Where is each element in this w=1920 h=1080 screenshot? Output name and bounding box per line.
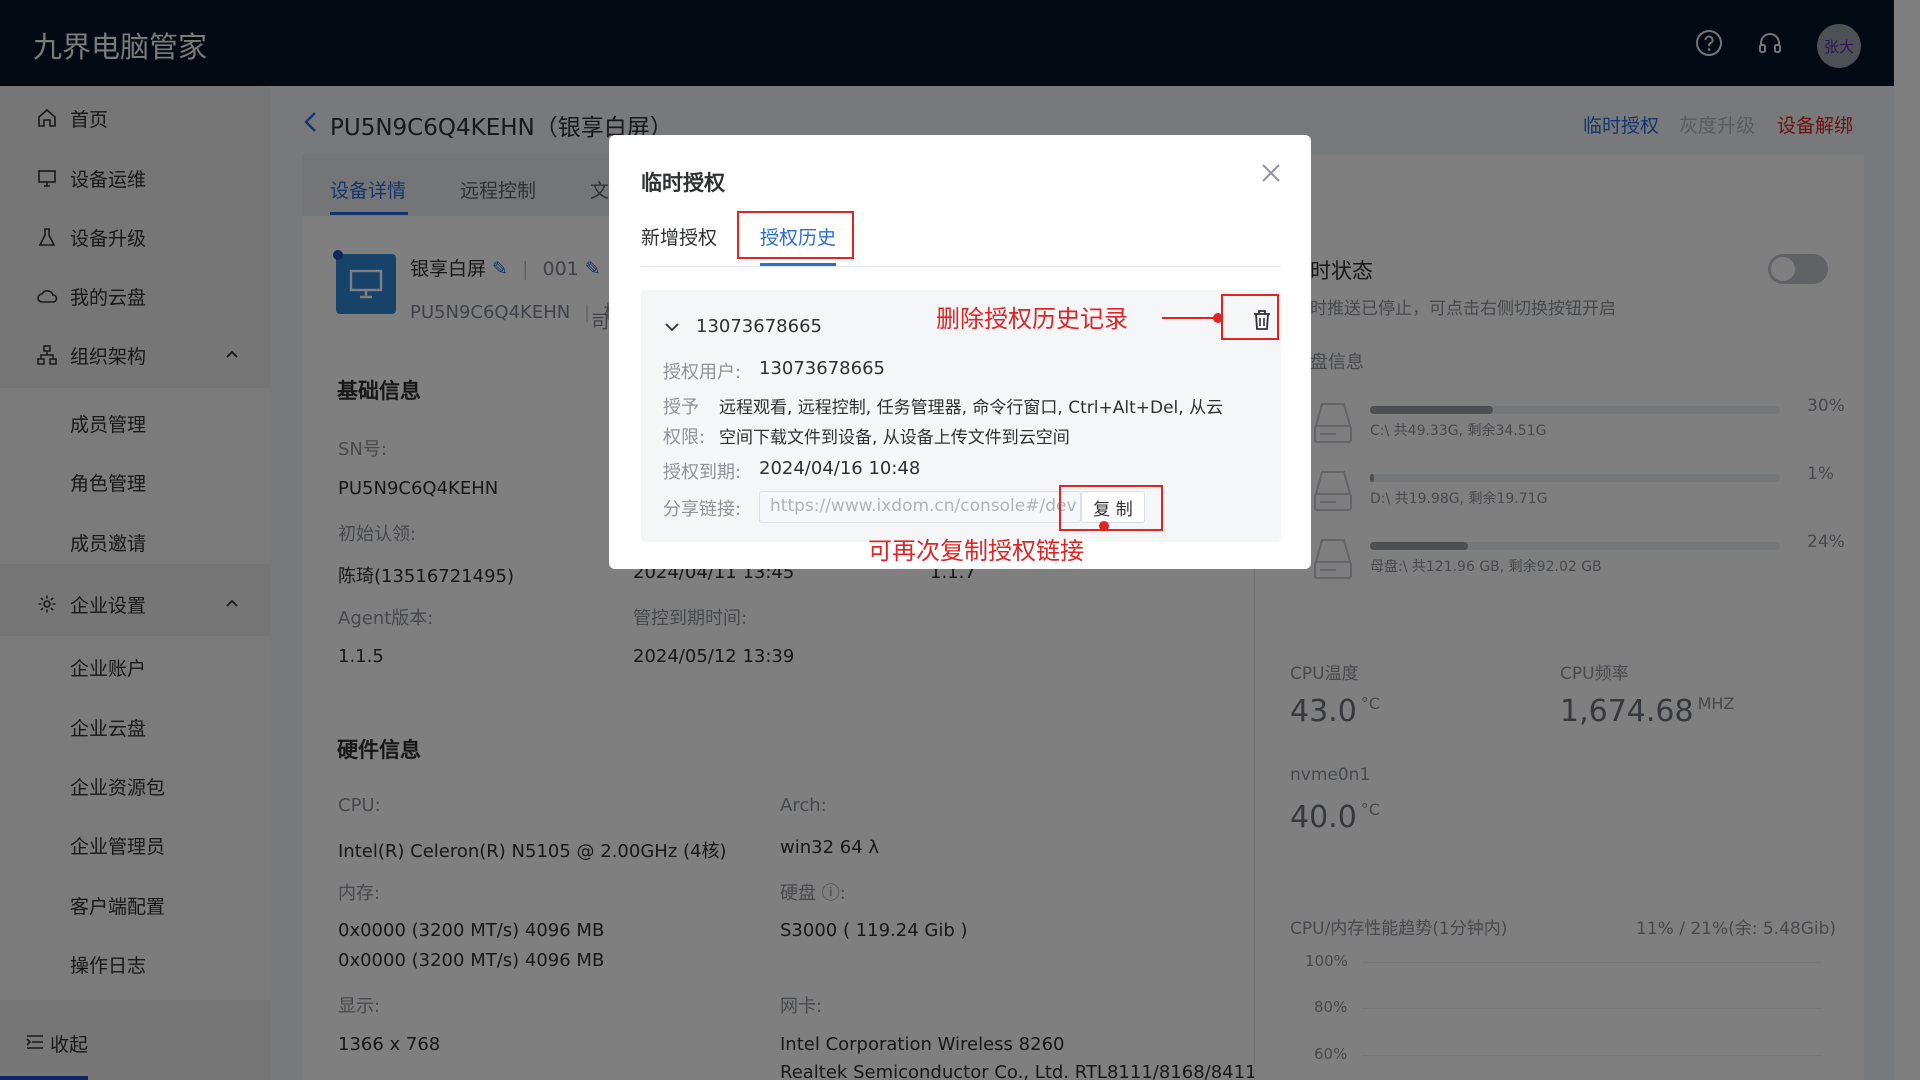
- highlight-box: [1059, 485, 1163, 531]
- tab-new-auth[interactable]: 新增授权: [641, 223, 717, 250]
- perm-value-2: 空间下载文件到设备, 从设备上传文件到云空间: [719, 428, 1070, 448]
- perm-label: 授予: [663, 397, 699, 418]
- auth-expire-label: 授权到期:: [663, 462, 742, 483]
- annotation-dot: [1213, 313, 1223, 323]
- temp-auth-dialog: 临时授权 新增授权 授权历史 13073678665 授权用户: 1307367…: [609, 135, 1311, 569]
- auth-user-value: 13073678665: [759, 358, 885, 379]
- close-icon[interactable]: [1259, 161, 1283, 185]
- dialog-title: 临时授权: [641, 171, 725, 195]
- perm-value-1: 远程观看, 远程控制, 任务管理器, 命令行窗口, Ctrl+Alt+Del, …: [719, 398, 1224, 418]
- share-link-label: 分享链接:: [663, 499, 742, 520]
- highlight-box: [1221, 294, 1279, 340]
- share-link-input[interactable]: https://www.ixdom.cn/console#/dev: [759, 491, 1081, 523]
- auth-expire-value: 2024/04/16 10:48: [759, 458, 921, 479]
- tab-divider: [641, 266, 1281, 267]
- delete-annotation: 删除授权历史记录: [936, 305, 1128, 333]
- auth-user-label: 授权用户:: [663, 362, 742, 383]
- perm-label-2: 权限:: [663, 427, 706, 448]
- copy-annotation: 可再次复制授权链接: [868, 537, 1084, 565]
- history-phone: 13073678665: [696, 316, 822, 337]
- chevron-down-icon[interactable]: [663, 318, 681, 336]
- annotation-dot: [1099, 521, 1109, 531]
- annotation-line: [1162, 317, 1218, 319]
- highlight-box: [737, 211, 854, 259]
